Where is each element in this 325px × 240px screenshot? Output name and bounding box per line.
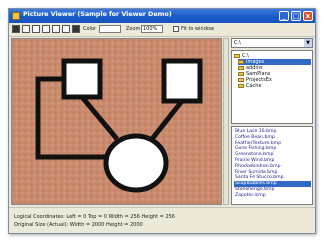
window-title: Picture Viewer (Sample for Viewer Demo) <box>23 10 172 18</box>
rectangle-tool-icon[interactable] <box>22 25 30 33</box>
file-list[interactable]: Blue Lace 16.bmp Coffee Bean.bmp FeatherTe… <box>231 126 313 205</box>
tree-item-label: Cache <box>246 83 262 89</box>
file-list-item[interactable]: Prairie Wind.bmp <box>234 158 311 164</box>
color-label: Color <box>83 26 97 32</box>
file-list-item[interactable]: Coffee Bean.bmp <box>234 135 311 141</box>
zoom-field[interactable]: 100% <box>141 25 163 33</box>
picture-viewer-window: Picture Viewer (Sample for Viewer Demo) … <box>8 8 316 234</box>
fit-to-window-label: Fit to window <box>181 26 215 32</box>
image-canvas[interactable] <box>11 38 222 205</box>
close-button[interactable]: x <box>303 11 313 21</box>
file-list-item[interactable]: Zapotec.bmp <box>234 193 311 199</box>
grid-tool-icon[interactable] <box>52 25 60 33</box>
drive-select-value: C:\ <box>234 40 241 46</box>
color-field[interactable] <box>99 25 121 33</box>
file-browser-panel: C:\ ▼ C:\ Images addins SamPlans ProjectsEx C… <box>231 38 313 205</box>
toolbar: Color Zoom 100% Fit to window <box>9 23 315 37</box>
folder-tree[interactable]: C:\ Images addins SamPlans ProjectsEx Cache <box>231 50 313 124</box>
maximize-button[interactable]: □ <box>291 11 301 21</box>
file-list-item[interactable]: Stonehenge.bmp <box>234 187 311 193</box>
left-square <box>61 58 103 100</box>
chevron-down-icon[interactable]: ▼ <box>304 39 312 47</box>
ellipse-tool-icon[interactable] <box>32 25 40 33</box>
folder-icon <box>238 59 244 64</box>
folder-icon <box>238 65 244 70</box>
folder-icon <box>238 77 244 82</box>
diagram-image <box>12 39 221 204</box>
line-tool-icon[interactable] <box>42 25 50 33</box>
status-coordinates: Logical Coordinates: Left = 0 Top = 0 Wi… <box>14 214 175 220</box>
fill-tool-icon[interactable] <box>62 25 70 33</box>
status-bar: Logical Coordinates: Left = 0 Top = 0 Wi… <box>9 207 315 233</box>
pointer-tool-icon[interactable] <box>12 25 20 33</box>
folder-icon <box>238 83 244 88</box>
fit-to-window-checkbox[interactable] <box>173 26 179 32</box>
bottom-circle <box>103 133 169 193</box>
vertical-scrollbar[interactable] <box>223 38 229 205</box>
file-list-item[interactable]: SoapBubbles.bmp <box>234 181 311 187</box>
folder-icon <box>234 53 240 58</box>
file-list-item[interactable]: Rhododendron.bmp <box>234 164 311 170</box>
right-square <box>161 58 203 104</box>
file-list-item[interactable]: Blue Lace 16.bmp <box>234 129 311 135</box>
status-original-size: Original Size (Actual): Width = 2000 Hei… <box>14 222 143 228</box>
minimize-button[interactable]: _ <box>279 11 289 21</box>
text-tool-icon[interactable] <box>72 25 80 33</box>
file-list-item[interactable]: Greenstone.bmp <box>234 152 311 158</box>
zoom-label: Zoom <box>126 26 141 32</box>
app-icon <box>12 12 20 20</box>
title-bar[interactable]: Picture Viewer (Sample for Viewer Demo) … <box>9 9 315 23</box>
tree-item[interactable]: Cache <box>238 83 311 89</box>
drive-select[interactable]: C:\ ▼ <box>231 38 313 48</box>
folder-icon <box>238 71 244 76</box>
